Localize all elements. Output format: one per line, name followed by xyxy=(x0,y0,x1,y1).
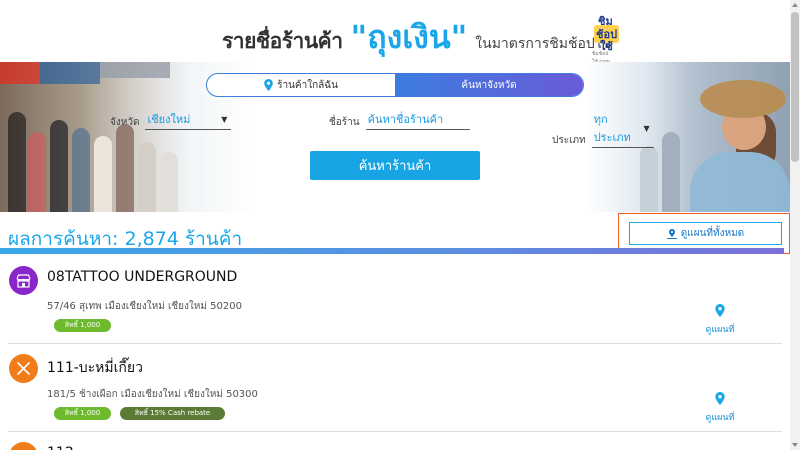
location-pin-icon xyxy=(715,392,725,405)
page: รายชื่อร้านค้า "ถุงเงิน" ในมาตรการชิมช้อ… xyxy=(0,0,800,450)
tab-nearby-shops[interactable]: ร้านค้าใกล้ฉัน xyxy=(207,74,395,96)
type-field: ประเภท ทุกประเภท ▼ xyxy=(552,110,654,148)
view-map-link[interactable]: ดูแผนที่ xyxy=(698,390,742,424)
view-map-label: ดูแผนที่ xyxy=(705,325,735,335)
scroll-down-arrow-icon[interactable] xyxy=(792,443,798,447)
scrollbar[interactable] xyxy=(790,0,800,450)
tab-search-province[interactable]: ค้นหาจังหวัด xyxy=(395,74,583,96)
shop-name-field: ชื่อร้าน ค้นหาชื่อร้านค้า xyxy=(329,110,470,130)
search-shops-button[interactable]: ค้นหาร้านค้า xyxy=(310,151,480,180)
chevron-down-icon: ▼ xyxy=(643,123,650,133)
shop-name-placeholder: ค้นหาชื่อร้านค้า xyxy=(367,113,444,126)
view-all-map-label: ดูแผนที่ทั้งหมด xyxy=(680,228,745,239)
shop-address: 57/46 สุเทพ เมืองเชียงใหม่ เชียงใหม่ 502… xyxy=(47,301,242,312)
view-all-map-button[interactable]: ดูแผนที่ทั้งหมด xyxy=(629,222,782,245)
tab-nearby-label: ร้านค้าใกล้ฉัน xyxy=(277,79,338,91)
shop-icon xyxy=(9,266,38,295)
shop-name: 112 xyxy=(47,445,74,450)
search-mode-tabs: ร้านค้าใกล้ฉัน ค้นหาจังหวัด xyxy=(206,73,584,97)
chevron-down-icon: ▼ xyxy=(221,114,228,124)
map-pin-icon xyxy=(666,228,677,239)
list-item[interactable]: 112 xyxy=(0,432,784,450)
shop-name-input[interactable]: ค้นหาชื่อร้านค้า xyxy=(365,110,470,130)
credit-badge: สิทธิ์ 1,000 xyxy=(54,319,111,332)
shop-address: 181/5 ช้างเผือก เมืองเชียงใหม่ เชียงใหม่… xyxy=(47,389,258,400)
shop-name-label: ชื่อร้าน xyxy=(329,117,360,128)
shop-name: 111-บะหมี่เกี๊ยว xyxy=(47,360,143,376)
view-map-label: ดูแผนที่ xyxy=(705,413,735,423)
title-main: รายชื่อร้านค้า xyxy=(222,29,343,53)
province-field: จังหวัด เชียงใหม่ ▼ xyxy=(110,110,232,130)
fork-knife-icon xyxy=(9,442,38,450)
province-value: เชียงใหม่ xyxy=(147,113,191,126)
scroll-up-arrow-icon[interactable] xyxy=(792,3,798,7)
list-item[interactable]: 08TATTOO UNDERGROUND 57/46 สุเทพ เมืองเช… xyxy=(0,256,784,344)
fork-knife-icon xyxy=(9,354,38,383)
view-map-link[interactable]: ดูแผนที่ xyxy=(698,302,742,336)
location-pin-icon xyxy=(264,79,273,91)
cash-rebate-badge: สิทธิ์ 15% Cash rebate xyxy=(120,407,225,420)
province-label: จังหวัด xyxy=(110,117,140,128)
scrollbar-thumb[interactable] xyxy=(791,12,799,162)
type-label: ประเภท xyxy=(552,135,586,146)
type-value: ทุกประเภท xyxy=(593,113,631,144)
shop-name: 08TATTOO UNDERGROUND xyxy=(47,269,238,285)
header: รายชื่อร้านค้า "ถุงเงิน" ในมาตรการชิมช้อ… xyxy=(0,0,790,65)
list-item[interactable]: 111-บะหมี่เกี๊ยว 181/5 ช้างเผือก เมืองเช… xyxy=(0,344,784,432)
province-select[interactable]: เชียงใหม่ ▼ xyxy=(145,110,232,130)
page-title: รายชื่อร้านค้า "ถุงเงิน" ในมาตรการชิมช้อ… xyxy=(222,12,611,63)
title-brand: "ถุงเงิน" xyxy=(350,18,468,56)
tab-province-label: ค้นหาจังหวัด xyxy=(461,79,517,91)
results-divider-bar xyxy=(0,248,784,254)
credit-badge: สิทธิ์ 1,000 xyxy=(54,407,111,420)
type-select[interactable]: ทุกประเภท ▼ xyxy=(591,110,654,148)
chim-shop-chai-logo: ชิม ช้อป ใช้ ชิมช้อปใช้.com xyxy=(590,12,626,65)
location-pin-icon xyxy=(715,304,725,317)
